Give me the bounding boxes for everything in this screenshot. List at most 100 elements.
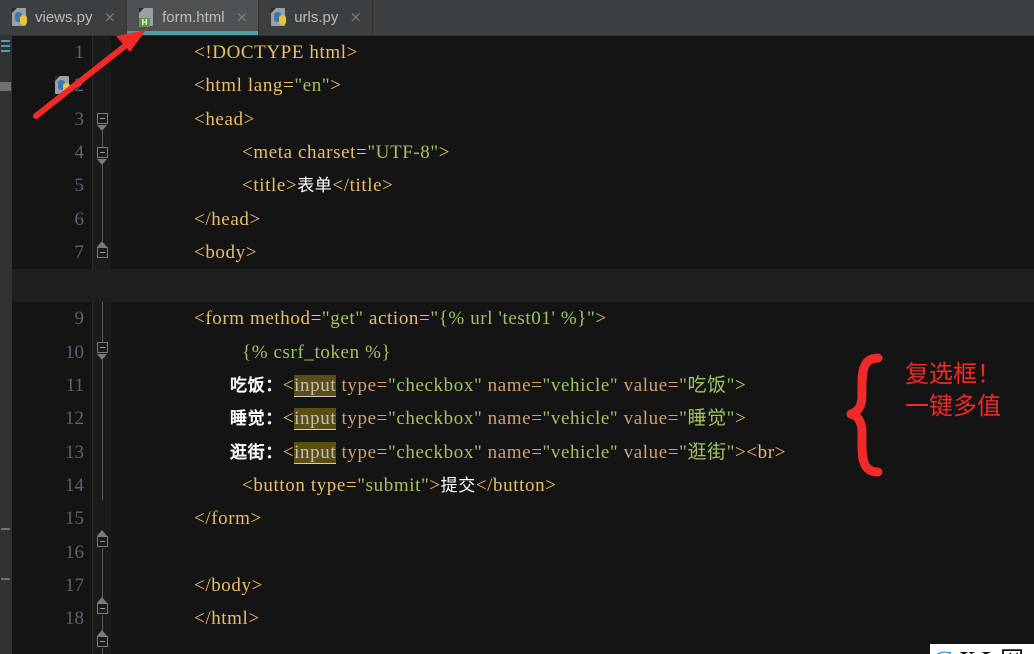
line-number: 14: [65, 474, 84, 496]
token-value-attr: value=: [618, 408, 680, 430]
code-line-1: <!DOCTYPE html>: [194, 36, 358, 69]
tab-urls-py[interactable]: urls.py ×: [259, 0, 373, 35]
token-meta-open: <meta charset=: [242, 141, 368, 163]
token-label-stroll: 逛街：: [230, 442, 283, 463]
token-name-attr: name=: [482, 408, 543, 430]
token-button-open: <button type=: [242, 474, 358, 496]
python-file-icon: [11, 7, 28, 27]
token-gt: >: [735, 408, 747, 430]
token-br-tag: <br>: [746, 441, 787, 463]
token-input-highlighted: input: [294, 441, 337, 464]
token-value-sleep: "睡觉": [679, 408, 736, 430]
code-editor[interactable]: 1 2 3 4 5 6 7 8 9 10 11 12 13 14 15 16 1…: [0, 36, 1034, 654]
tab-form-html[interactable]: H form.html ×: [127, 0, 260, 35]
logo-letters-xi: X I: [958, 646, 989, 654]
code-line-13: 逛街：<input type="checkbox" name="vehicle"…: [230, 436, 786, 470]
token-gt: >: [438, 141, 451, 163]
token-type-value: "checkbox": [387, 408, 483, 430]
token-form-open: <form method=: [194, 308, 322, 330]
token-label-sleep: 睡觉：: [230, 409, 283, 430]
token-name-attr: name=: [482, 375, 543, 396]
token-name-attr: name=: [482, 441, 543, 463]
line-number: 15: [65, 508, 84, 530]
token-body-open: <body>: [194, 241, 258, 263]
token-value-attr: value=: [618, 441, 680, 463]
token-type-value: "checkbox": [387, 441, 483, 463]
token-csrf-token: {% csrf_token %}: [242, 341, 392, 363]
line-number: 7: [74, 241, 85, 263]
code-line-6: </head>: [194, 203, 261, 236]
code-line-18: </html>: [194, 602, 260, 635]
line-number-gutter: 1 2 3 4 5 6 7 8 9 10 11 12 13 14 15 16 1…: [12, 36, 92, 654]
pycharm-window: views.py × H form.html × urls.py × 1 2 3…: [0, 0, 1034, 654]
tab-label: urls.py: [294, 8, 339, 26]
code-line-7: <body>: [194, 236, 257, 269]
line-number: 17: [65, 574, 84, 596]
tab-label: views.py: [35, 8, 93, 26]
token-type-attr: type=: [336, 441, 388, 463]
token-type-attr: type=: [336, 375, 388, 396]
code-line-10: {% csrf_token %}: [242, 336, 391, 369]
code-line-2: <html lang="en">: [194, 69, 342, 102]
line-number: 11: [65, 375, 84, 396]
code-line-9: <form method="get" action="{% url 'test0…: [194, 302, 607, 335]
token-input-highlighted: input: [294, 375, 337, 397]
code-line-4: <meta charset="UTF-8">: [242, 136, 450, 169]
line-number: 4: [74, 141, 85, 163]
annotation-line-1: 复选框！: [905, 360, 1001, 388]
line-number: 12: [65, 408, 84, 430]
token-button-close: </button>: [475, 474, 557, 496]
code-line-3: <head>: [194, 103, 255, 136]
token-value-eat: "吃饭": [679, 375, 736, 396]
token-label-eat: 吃饭：: [230, 376, 283, 396]
code-line-12: 睡觉：<input type="checkbox" name="vehicle"…: [230, 402, 746, 436]
token-action-attr: action=: [363, 308, 431, 330]
token-method-value: "get": [321, 308, 364, 330]
line-number: 3: [74, 108, 85, 130]
tab-views-py[interactable]: views.py ×: [0, 0, 128, 35]
token-body-close: </body>: [194, 574, 263, 596]
token-title-close: </title>: [332, 175, 394, 197]
token-type-attr: type=: [336, 408, 388, 430]
editor-left-marker-strip: [0, 36, 12, 654]
line-number: 16: [65, 541, 84, 563]
line-number: 13: [65, 441, 84, 463]
token-type-value: "checkbox": [387, 375, 483, 396]
token-value-attr: value=: [618, 375, 680, 396]
close-icon[interactable]: ×: [349, 9, 362, 25]
token-title-text: 表单: [297, 176, 333, 197]
python-file-icon: [54, 76, 71, 95]
code-content[interactable]: <!DOCTYPE html> <html lang="en"> <head> …: [92, 36, 1034, 654]
token-button-text: 提交: [440, 475, 476, 496]
token-lt: <: [282, 441, 295, 463]
code-line-5: <title>表单</title>: [242, 169, 393, 203]
annotation-note: 复选框！ 一键多值: [905, 358, 1001, 422]
logo-letter-g: G: [933, 645, 955, 654]
logo-char-wang: 网: [1000, 646, 1024, 654]
token-value-stroll: "逛街": [679, 441, 736, 463]
tab-bar-filler: [372, 0, 1034, 35]
token-gt: >: [595, 308, 607, 330]
code-line-17: </body>: [194, 569, 263, 602]
line-number: 9: [74, 308, 85, 330]
token-title-open: <title>: [242, 175, 298, 197]
line-number: 5: [74, 175, 85, 197]
token-gt: >: [429, 474, 441, 496]
line-number: 2: [74, 75, 85, 97]
python-file-icon: [270, 7, 287, 27]
line-number: 18: [65, 608, 84, 630]
token-lt: <: [282, 408, 295, 430]
annotation-line-2: 一键多值: [905, 392, 1001, 420]
watermark-logo: G X I 网 system.com: [930, 644, 1034, 654]
token-head-open: <head>: [194, 108, 255, 130]
code-line-14: <button type="submit">提交</button>: [242, 469, 557, 503]
token-submit-value: "submit": [357, 474, 430, 496]
close-icon[interactable]: ×: [236, 9, 249, 25]
token-gt: >: [735, 441, 747, 463]
close-icon[interactable]: ×: [104, 9, 117, 25]
token-doctype: <!DOCTYPE html>: [194, 42, 358, 63]
editor-tab-bar: views.py × H form.html × urls.py ×: [0, 0, 1034, 36]
token-name-value: "vehicle": [542, 375, 619, 396]
tab-label: form.html: [162, 8, 225, 26]
code-line-15: </form>: [194, 502, 262, 535]
